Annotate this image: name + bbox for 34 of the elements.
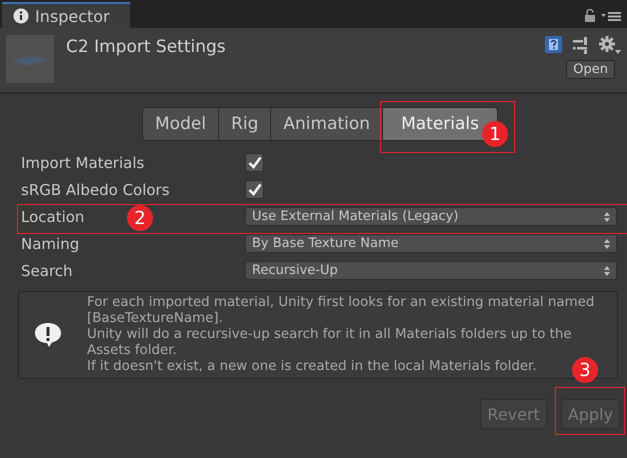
step-number: 2 <box>127 205 153 231</box>
dropdown[interactable]: By Base Texture Name <box>245 234 617 253</box>
asset-thumbnail <box>6 35 54 83</box>
info-bubble-icon <box>33 321 63 349</box>
field-label: Search <box>21 262 73 280</box>
inspector-tab[interactable]: Inspector <box>2 2 130 28</box>
tab-label: Inspector <box>35 6 110 26</box>
tab[interactable]: Model <box>142 107 220 141</box>
checkbox[interactable] <box>245 153 264 172</box>
menu-icon[interactable] <box>601 10 621 20</box>
presets-icon[interactable] <box>572 36 590 54</box>
dropdown[interactable]: Use External Materials (Legacy) <box>245 207 617 226</box>
open-button[interactable]: Open <box>566 60 615 79</box>
asset-title: C2 Import Settings <box>66 37 227 59</box>
updown-arrows-icon <box>604 238 610 248</box>
field-label: Location <box>21 208 84 226</box>
help-book-icon[interactable] <box>544 35 563 54</box>
step-number: 1 <box>482 121 508 147</box>
info-icon <box>13 8 29 24</box>
help-text: If it doesn't exist, a new one is created in the local Materials folder. <box>87 359 537 375</box>
updown-arrows-icon <box>604 212 610 222</box>
updown-arrows-icon <box>604 266 610 276</box>
lock-icon[interactable] <box>585 9 595 22</box>
tab[interactable]: Animation <box>270 107 384 141</box>
settings-icon[interactable] <box>599 36 621 54</box>
highlight-frame <box>555 387 625 435</box>
field-label: sRGB Albedo Colors <box>21 180 170 198</box>
help-text: Unity will do a recursive-up search for it in all Materials folders up to the Assets folder. <box>87 327 573 359</box>
tab[interactable]: Rig <box>218 107 272 141</box>
checkbox[interactable] <box>245 180 264 199</box>
field-label: Import Materials <box>21 154 144 172</box>
field-label: Naming <box>21 234 80 252</box>
dropdown[interactable]: Recursive-Up <box>245 261 617 280</box>
help-text: For each imported material, Unity first looks for an existing material named [BaseTextureName]. <box>87 295 596 327</box>
